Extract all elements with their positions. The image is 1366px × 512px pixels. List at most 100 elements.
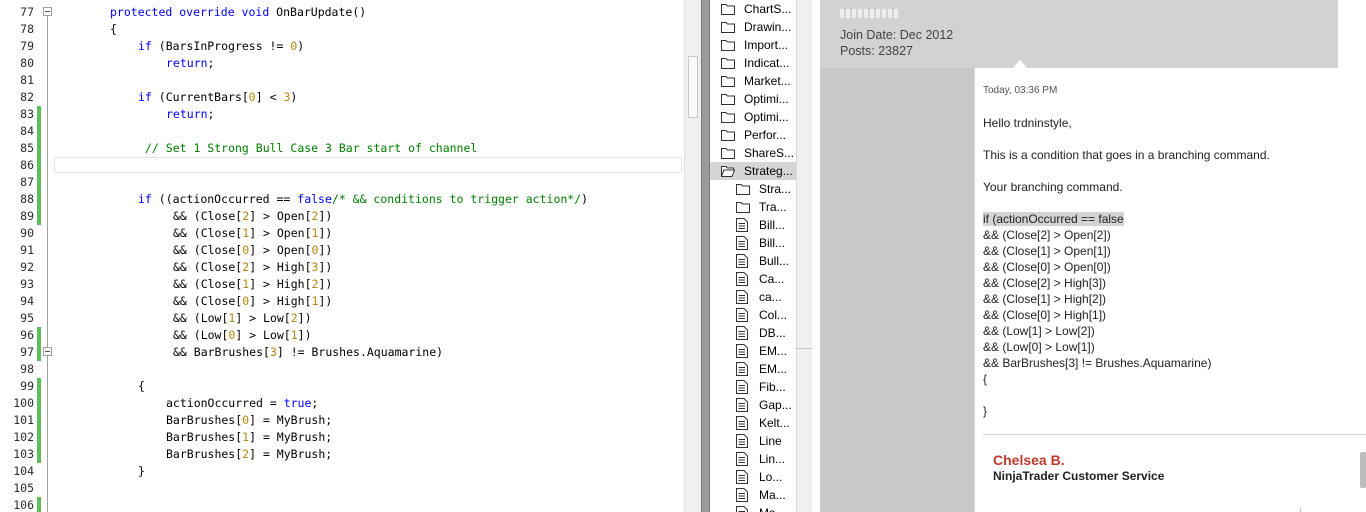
code-line[interactable]: 105	[0, 480, 684, 497]
code-token: ])	[318, 243, 333, 257]
code-line[interactable]: 102 BarBrushes[1] = MyBrush;	[0, 429, 684, 446]
explorer-item[interactable]: Lin...	[710, 450, 796, 468]
code-line[interactable]: 101 BarBrushes[0] = MyBrush;	[0, 412, 684, 429]
explorer-item[interactable]: Stra...	[710, 180, 796, 198]
explorer-item[interactable]: Gap...	[710, 396, 796, 414]
folder-icon	[721, 128, 735, 141]
code-line[interactable]: 93 && (Close[1] > High[2])	[0, 276, 684, 293]
code-token: ;	[207, 56, 215, 70]
change-marker	[37, 140, 41, 157]
explorer-item[interactable]: Bill...	[710, 234, 796, 252]
explorer-item[interactable]: ShareS...	[710, 144, 796, 162]
explorer-item[interactable]: ChartS...	[710, 0, 796, 18]
code-token: 0	[248, 90, 256, 104]
code-line[interactable]: 90 && (Close[1] > Open[1])	[0, 225, 684, 242]
change-marker	[37, 446, 41, 463]
explorer-item[interactable]: Ma...	[710, 504, 796, 512]
code-token: ] = MyBrush;	[249, 430, 333, 444]
user-info-card: Join Date: Dec 2012 Posts: 23827	[820, 0, 1338, 68]
code-line[interactable]: 83 return;	[0, 106, 684, 123]
explorer-item[interactable]: Kelt...	[710, 414, 796, 432]
explorer-item[interactable]: Optimi...	[710, 108, 796, 126]
explorer-scrollbar[interactable]	[796, 0, 812, 512]
code-token: ])	[318, 260, 333, 274]
explorer-item[interactable]: DB...	[710, 324, 796, 342]
folder-icon	[721, 74, 735, 87]
change-marker	[37, 344, 41, 361]
post-code-line: && (Low[1] > Low[2])	[983, 324, 1095, 338]
change-marker	[37, 123, 41, 140]
code-token: && (Low[	[173, 311, 229, 325]
explorer-item-label: DB...	[759, 326, 786, 340]
forum-scrollbar[interactable]	[1360, 0, 1366, 512]
code-token: )	[297, 39, 305, 53]
explorer-item[interactable]: Drawin...	[710, 18, 796, 36]
code-line[interactable]: 91 && (Close[0] > Open[0])	[0, 242, 684, 259]
join-date: Join Date: Dec 2012	[840, 28, 954, 42]
code-token: ] <	[255, 90, 284, 104]
code-token: if	[138, 39, 152, 53]
code-line[interactable]: 94 && (Close[0] > High[1])	[0, 293, 684, 310]
explorer-item[interactable]: Import...	[710, 36, 796, 54]
code-editor[interactable]: 77 protected override void OnBarUpdate()…	[0, 0, 684, 512]
explorer-item[interactable]: Tra...	[710, 198, 796, 216]
code-line[interactable]: 81	[0, 72, 684, 89]
explorer-item[interactable]: EM...	[710, 360, 796, 378]
forum-scrollbar-thumb[interactable]	[1360, 452, 1366, 488]
code-line[interactable]: 82 if (CurrentBars[0] < 3)	[0, 89, 684, 106]
code-line[interactable]: 86	[0, 157, 684, 174]
explorer-item[interactable]: Perfor...	[710, 126, 796, 144]
code-line[interactable]: 97 && BarBrushes[3] != Brushes.Aquamarin…	[0, 344, 684, 361]
explorer-item[interactable]: Bull...	[710, 252, 796, 270]
code-line[interactable]: 88 if ((actionOccurred == false/* && con…	[0, 191, 684, 208]
explorer-item[interactable]: Market...	[710, 72, 796, 90]
code-line[interactable]: 80 return;	[0, 55, 684, 72]
code-line[interactable]: 100 actionOccurred = true;	[0, 395, 684, 412]
explorer-item[interactable]: Line	[710, 432, 796, 450]
file-icon	[736, 380, 750, 394]
code-line[interactable]: 96 && (Low[0] > Low[1])	[0, 327, 684, 344]
code-line[interactable]: 106	[0, 497, 684, 512]
collapse-toggle-icon[interactable]	[43, 347, 52, 356]
file-icon	[736, 236, 750, 250]
explorer-item[interactable]: Lo...	[710, 468, 796, 486]
explorer-item[interactable]: Ca...	[710, 270, 796, 288]
explorer-item[interactable]: Bill...	[710, 216, 796, 234]
code-line[interactable]: 98	[0, 361, 684, 378]
explorer-item-label: Market...	[744, 74, 791, 88]
post-code-line: if (actionOccurred == false	[983, 212, 1124, 226]
code-line[interactable]: 85 // Set 1 Strong Bull Case 3 Bar start…	[0, 140, 684, 157]
line-number: 81	[20, 73, 34, 87]
explorer-item[interactable]: ca...	[710, 288, 796, 306]
explorer-item[interactable]: Optimi...	[710, 90, 796, 108]
code-line[interactable]: 99 {	[0, 378, 684, 395]
code-line[interactable]: 89 && (Close[2] > Open[2])	[0, 208, 684, 225]
code-token: && (Close[	[173, 243, 243, 257]
explorer-item[interactable]: Ma...	[710, 486, 796, 504]
code-line[interactable]: 104 }	[0, 463, 684, 480]
code-token: ])	[318, 209, 333, 223]
code-token: 1	[290, 328, 298, 342]
explorer-item[interactable]: Indicat...	[710, 54, 796, 72]
code-line[interactable]: 79 if (BarsInProgress != 0)	[0, 38, 684, 55]
code-token: ] > High[	[249, 277, 312, 291]
code-line[interactable]: 92 && (Close[2] > High[3])	[0, 259, 684, 276]
editor-scrollbar[interactable]	[684, 0, 701, 512]
explorer-item[interactable]: Fib...	[710, 378, 796, 396]
code-line[interactable]: 95 && (Low[1] > Low[2])	[0, 310, 684, 327]
code-line[interactable]: 103 BarBrushes[2] = MyBrush;	[0, 446, 684, 463]
signature-corner	[1300, 508, 1301, 512]
collapse-toggle-icon[interactable]	[43, 7, 52, 16]
explorer-item[interactable]: EM...	[710, 342, 796, 360]
code-line[interactable]: 84	[0, 123, 684, 140]
code-token: BarBrushes[	[166, 447, 243, 461]
code-token: )	[581, 192, 589, 206]
line-number: 105	[13, 481, 34, 495]
explorer-item[interactable]: Strateg...	[710, 162, 796, 180]
pane-splitter[interactable]	[701, 0, 710, 512]
code-line[interactable]: 78 {	[0, 21, 684, 38]
explorer-item[interactable]: Col...	[710, 306, 796, 324]
code-line[interactable]: 87	[0, 174, 684, 191]
code-line[interactable]: 77 protected override void OnBarUpdate()	[0, 4, 684, 21]
editor-scrollbar-thumb[interactable]	[688, 56, 698, 118]
